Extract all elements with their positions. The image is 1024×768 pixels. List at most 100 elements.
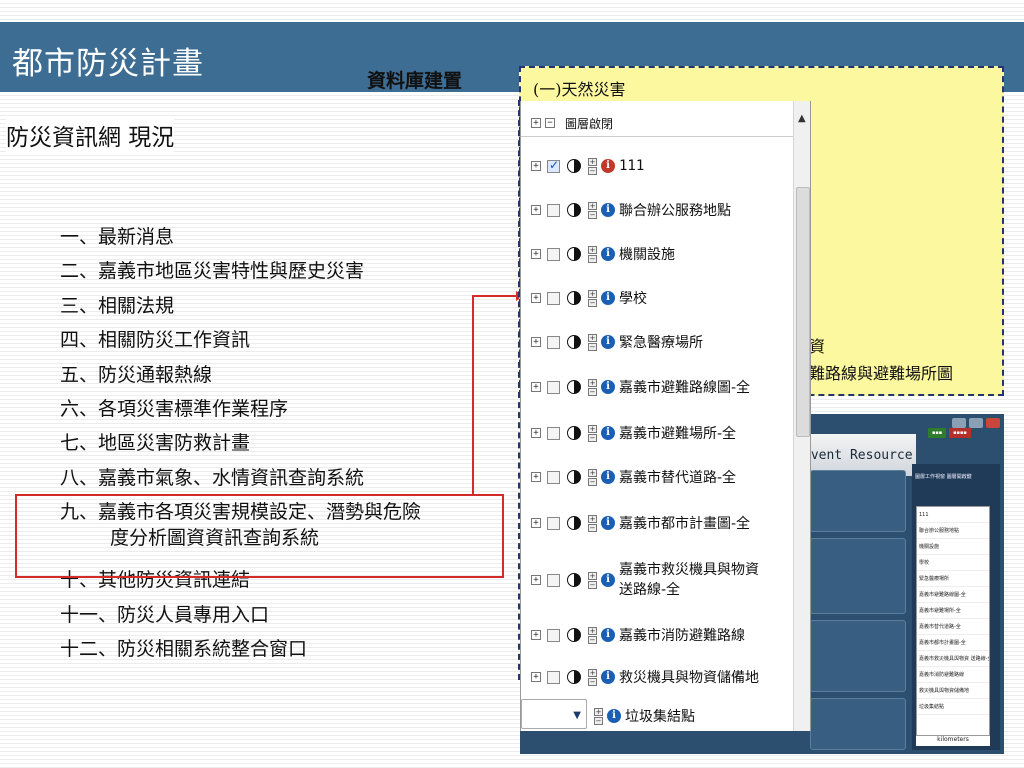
layer-checkbox[interactable] xyxy=(547,335,560,349)
menu-item-news[interactable]: 一、最新消息 xyxy=(60,224,500,258)
scroll-up-icon[interactable]: ▲ xyxy=(798,113,806,124)
info-icon[interactable]: i xyxy=(601,516,615,530)
layer-checkbox[interactable] xyxy=(547,247,560,261)
expand-icon[interactable]: + xyxy=(531,630,541,640)
menu-item-work-info[interactable]: 四、相關防災工作資訊 xyxy=(60,327,500,361)
mini-list-item[interactable]: 嘉義市替代道路-全 xyxy=(917,619,989,635)
layer-checkbox[interactable] xyxy=(547,203,560,217)
mini-list-item[interactable]: 嘉義市避難路線圖-全 xyxy=(917,587,989,603)
layer-checkbox[interactable] xyxy=(547,470,560,484)
reorder-icon[interactable]: + − xyxy=(588,289,597,307)
info-icon[interactable]: i xyxy=(601,426,615,440)
mini-list-item[interactable]: 機關設施 xyxy=(917,539,989,555)
transparency-icon[interactable] xyxy=(567,159,581,173)
info-icon[interactable]: i xyxy=(601,470,615,484)
expand-icon[interactable]: + xyxy=(531,161,541,171)
reorder-icon[interactable]: + − xyxy=(588,668,597,686)
map-tile[interactable] xyxy=(810,698,906,750)
reorder-icon[interactable]: + − xyxy=(594,707,603,725)
menu-item-regulations[interactable]: 三、相關法規 xyxy=(60,293,500,327)
map-tile[interactable] xyxy=(810,620,906,692)
reorder-icon[interactable]: + − xyxy=(588,424,597,442)
mini-list-item[interactable]: 嘉義市避難場所-全 xyxy=(917,603,989,619)
transparency-icon[interactable] xyxy=(567,291,581,305)
expand-icon[interactable]: + xyxy=(531,249,541,259)
mini-list-item[interactable]: 111 xyxy=(917,507,989,523)
mini-list-item[interactable]: 嘉義市都市計畫圖-全 xyxy=(917,635,989,651)
layer-row[interactable]: + + − i 嘉義市避難場所-全 xyxy=(521,413,793,453)
expand-icon[interactable]: + xyxy=(531,382,541,392)
expand-icon[interactable]: + xyxy=(531,672,541,682)
reorder-icon[interactable]: + − xyxy=(588,245,597,263)
transparency-icon[interactable] xyxy=(567,573,581,587)
expand-icon[interactable]: + xyxy=(531,472,541,482)
layer-row[interactable]: + + − i 聯合辦公服務地點 xyxy=(521,191,793,229)
transparency-icon[interactable] xyxy=(567,247,581,261)
layer-row[interactable]: + + − i 學校 xyxy=(521,279,793,317)
map-tab[interactable]: ▪▪▪▪ xyxy=(949,428,971,438)
reorder-icon[interactable]: + − xyxy=(588,157,597,175)
info-icon[interactable]: i xyxy=(601,203,615,217)
layer-row[interactable]: + + − i 機關設施 xyxy=(521,235,793,273)
menu-item-sop[interactable]: 六、各項災害標準作業程序 xyxy=(60,396,500,430)
scrollbar-thumb[interactable] xyxy=(796,187,810,437)
info-icon[interactable]: i xyxy=(601,628,615,642)
layer-checkbox[interactable] xyxy=(547,516,560,530)
info-icon[interactable]: i xyxy=(601,159,615,173)
transparency-icon[interactable] xyxy=(567,516,581,530)
layer-checkbox[interactable] xyxy=(547,670,560,684)
layer-dropdown[interactable]: ▼ xyxy=(521,699,587,729)
layer-row[interactable]: + + − i 嘉義市救災機具與物資 送路線-全 xyxy=(521,549,793,611)
mini-list-item[interactable]: 緊急醫療場所 xyxy=(917,571,989,587)
expand-all-icon[interactable]: + xyxy=(531,118,541,128)
transparency-icon[interactable] xyxy=(567,628,581,642)
transparency-icon[interactable] xyxy=(567,426,581,440)
reorder-icon[interactable]: + − xyxy=(588,468,597,486)
mini-list-item[interactable]: 救災機具與物資儲備地 xyxy=(917,683,989,699)
expand-icon[interactable]: + xyxy=(531,337,541,347)
layer-row[interactable]: + + − i 救災機具與物資儲備地 xyxy=(521,657,793,697)
expand-icon[interactable]: + xyxy=(531,293,541,303)
reorder-icon[interactable]: + − xyxy=(588,201,597,219)
layer-row[interactable]: + + − i 嘉義市避難路線圖-全 xyxy=(521,367,793,407)
info-icon[interactable]: i xyxy=(601,573,615,587)
reorder-icon[interactable]: + − xyxy=(588,514,597,532)
close-icon[interactable] xyxy=(986,418,1000,428)
reorder-icon[interactable]: + − xyxy=(588,378,597,396)
transparency-icon[interactable] xyxy=(567,470,581,484)
info-icon[interactable]: i xyxy=(601,380,615,394)
mini-list-item[interactable]: 嘉義市消防避難路線 xyxy=(917,667,989,683)
info-icon[interactable]: i xyxy=(607,709,621,723)
info-icon[interactable]: i xyxy=(601,335,615,349)
layer-row[interactable]: + + − i 嘉義市消防避難路線 xyxy=(521,615,793,655)
layer-row[interactable]: + + − i 嘉義市替代道路-全 xyxy=(521,457,793,497)
menu-item-staff-login[interactable]: 十一、防災人員專用入口 xyxy=(60,602,500,636)
menu-item-rescue-plan[interactable]: 七、地區災害防救計畫 xyxy=(60,430,500,464)
minimize-icon[interactable] xyxy=(952,418,966,428)
map-tile[interactable] xyxy=(810,538,906,614)
expand-icon[interactable]: + xyxy=(531,205,541,215)
map-tab[interactable]: ▪▪▪ xyxy=(928,428,947,438)
layer-checkbox[interactable] xyxy=(547,628,560,642)
menu-item-disaster-history[interactable]: 二、嘉義市地區災害特性與歷史災害 xyxy=(60,258,500,292)
layer-row[interactable]: + +− i 111 xyxy=(521,147,793,185)
layer-checkbox[interactable] xyxy=(547,426,560,440)
layer-checkbox[interactable] xyxy=(547,291,560,305)
layer-panel-scrollbar[interactable]: ▲ xyxy=(793,101,810,731)
reorder-icon[interactable]: + − xyxy=(588,333,597,351)
menu-item-hotline[interactable]: 五、防災通報熱線 xyxy=(60,362,500,396)
mini-list-item[interactable]: 垃圾集結點 xyxy=(917,699,989,715)
layer-row[interactable]: + + − i 嘉義市都市計畫圖-全 xyxy=(521,503,793,543)
layer-checkbox[interactable] xyxy=(547,380,560,394)
transparency-icon[interactable] xyxy=(567,335,581,349)
expand-icon[interactable]: + xyxy=(531,575,541,585)
info-icon[interactable]: i xyxy=(601,247,615,261)
layer-checkbox[interactable] xyxy=(547,573,560,587)
layer-checkbox[interactable] xyxy=(547,158,560,173)
menu-item-system-portal[interactable]: 十二、防災相關系統整合窗口 xyxy=(60,636,500,670)
map-tile[interactable] xyxy=(810,470,906,532)
maximize-icon[interactable] xyxy=(969,418,983,428)
layer-row[interactable]: + + − i 緊急醫療場所 xyxy=(521,323,793,361)
info-icon[interactable]: i xyxy=(601,291,615,305)
transparency-icon[interactable] xyxy=(567,380,581,394)
